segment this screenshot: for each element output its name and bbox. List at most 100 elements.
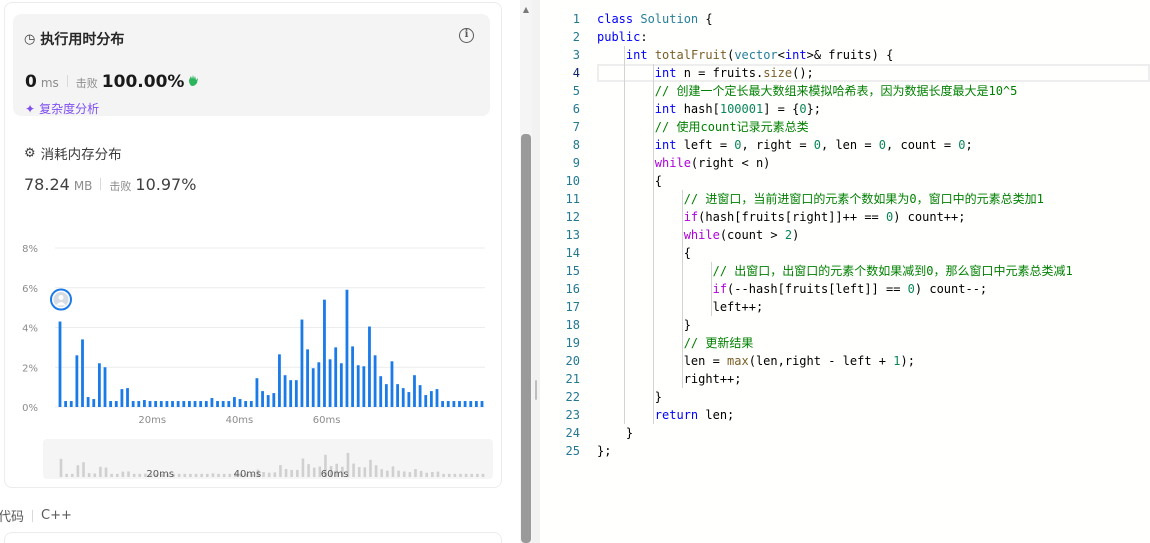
code-text[interactable]: // 创建一个定长最大数组来模拟哈希表，因为数据长度最大是10^5 — [597, 82, 1018, 100]
code-line[interactable]: 21 right++; — [540, 370, 1150, 388]
chart-bar[interactable] — [429, 391, 433, 407]
code-line[interactable]: 6 int hash[100001] = {0}; — [540, 100, 1150, 118]
code-text[interactable]: } — [597, 388, 662, 406]
code-line[interactable]: 23 return len; — [540, 406, 1150, 424]
code-line[interactable]: 10 { — [540, 172, 1150, 190]
code-text[interactable]: if(--hash[fruits[left]] == 0) count--; — [597, 280, 988, 298]
chart-bar[interactable] — [204, 401, 208, 407]
chart-bar[interactable] — [424, 395, 428, 407]
chart-bar[interactable] — [368, 326, 371, 407]
chart-bar[interactable] — [317, 362, 321, 407]
chart-bar[interactable] — [171, 401, 174, 407]
code-text[interactable]: left++; — [597, 298, 764, 316]
chart-bar[interactable] — [384, 384, 388, 407]
chart-bar[interactable] — [58, 321, 62, 407]
code-text[interactable]: { — [597, 244, 691, 262]
code-text[interactable]: int n = fruits.size(); — [597, 64, 814, 82]
panel-resize-divider[interactable] — [532, 0, 540, 543]
info-icon[interactable]: i — [459, 28, 474, 43]
chart-bar[interactable] — [176, 401, 180, 407]
code-editor[interactable]: 1 class Solution {2 public: 3 int totalFrui… — [540, 0, 1150, 543]
code-text[interactable]: // 更新结果 — [597, 334, 754, 352]
chart-bar[interactable] — [221, 401, 225, 407]
current-submission-marker[interactable] — [50, 288, 72, 311]
code-text[interactable]: while(count > 2) — [597, 226, 800, 244]
complexity-analysis-link[interactable]: ✦ 复杂度分析 — [25, 100, 99, 117]
chart-bar[interactable] — [435, 389, 439, 407]
code-text[interactable]: if(hash[fruits[right]]++ == 0) count++; — [597, 208, 966, 226]
chart-bar[interactable] — [233, 397, 236, 407]
chart-bar[interactable] — [401, 388, 405, 407]
chart-bar[interactable] — [283, 375, 287, 407]
chart-bar[interactable] — [300, 319, 304, 407]
chart-bar[interactable] — [311, 368, 315, 407]
chart-bar[interactable] — [351, 346, 354, 407]
code-line[interactable]: 22 } — [540, 388, 1150, 406]
chart-bar[interactable] — [390, 361, 394, 407]
code-text[interactable]: int left = 0, right = 0, len = 0, count … — [597, 136, 973, 154]
chart-bar[interactable] — [463, 401, 467, 407]
chart-bar[interactable] — [244, 401, 248, 407]
chart-bar[interactable] — [334, 347, 338, 407]
chart-range-slider[interactable]: 20ms 40ms 60ms — [43, 439, 493, 479]
chart-bar[interactable] — [261, 391, 264, 407]
chart-bar[interactable] — [131, 401, 135, 407]
code-text[interactable]: // 出窗口，出窗口的元素个数如果减到0，那么窗口中元素总类减1 — [597, 262, 1073, 280]
chart-bar[interactable] — [159, 401, 163, 407]
code-text[interactable]: len = max(len,right - left + 1); — [597, 352, 915, 370]
code-line[interactable]: 11 // 进窗口，当前进窗口的元素个数如果为0，窗口中的元素总类加1 — [540, 190, 1150, 208]
chart-bar[interactable] — [114, 401, 118, 407]
chart-bar[interactable] — [210, 398, 214, 407]
code-line[interactable]: 2 public: — [540, 28, 1150, 46]
chart-bar[interactable] — [474, 401, 478, 407]
code-text[interactable]: class Solution { — [597, 10, 713, 28]
chart-bar[interactable] — [396, 384, 399, 407]
code-line[interactable]: 14 { — [540, 244, 1150, 262]
code-text[interactable]: // 使用count记录元素总类 — [597, 118, 809, 136]
code-text[interactable]: right++; — [597, 370, 742, 388]
code-text[interactable]: return len; — [597, 406, 734, 424]
chart-bar[interactable] — [199, 401, 203, 407]
chart-bar[interactable] — [154, 401, 158, 407]
chart-bar[interactable] — [458, 401, 461, 407]
chart-bar[interactable] — [165, 401, 169, 407]
code-text[interactable]: { — [597, 172, 662, 190]
chart-bar[interactable] — [120, 389, 124, 407]
code-line[interactable]: 15 // 出窗口，出窗口的元素个数如果减到0，那么窗口中元素总类减1 — [540, 262, 1150, 280]
code-line[interactable]: 1 class Solution { — [540, 10, 1150, 28]
chart-bar[interactable] — [255, 378, 259, 407]
chart-bar[interactable] — [339, 363, 343, 407]
scroll-up-arrow-icon[interactable]: ▲ — [521, 6, 531, 14]
code-line[interactable]: 8 int left = 0, right = 0, len = 0, coun… — [540, 136, 1150, 154]
chart-bar[interactable] — [86, 397, 90, 407]
chart-bar[interactable] — [362, 366, 366, 407]
chart-bar[interactable] — [328, 359, 332, 407]
chart-bar[interactable] — [64, 401, 68, 407]
chart-bar[interactable] — [441, 401, 445, 407]
code-line[interactable]: 4 int n = fruits.size(); — [540, 64, 1150, 82]
chart-bar[interactable] — [92, 399, 96, 407]
chart-bar[interactable] — [97, 363, 101, 407]
chart-bar[interactable] — [81, 339, 84, 407]
chart-bar[interactable] — [103, 367, 107, 407]
code-line[interactable]: 24 } — [540, 424, 1150, 442]
code-line[interactable]: 25}; — [540, 442, 1150, 460]
chart-bar[interactable] — [480, 401, 484, 407]
chart-bar[interactable] — [407, 392, 411, 407]
code-line[interactable]: 12 if(hash[fruits[right]]++ == 0) count+… — [540, 208, 1150, 226]
chart-bar[interactable] — [126, 388, 129, 407]
chart-bar[interactable] — [238, 399, 242, 407]
code-text[interactable]: }; — [597, 442, 611, 460]
runtime-distribution-chart[interactable]: 8% 6% 4% 2% 0% 20ms 40ms 60ms — [5, 233, 505, 433]
code-text[interactable]: } — [597, 316, 691, 334]
chart-bar[interactable] — [182, 401, 186, 407]
chart-bar[interactable] — [148, 401, 152, 407]
chart-bar[interactable] — [452, 401, 456, 407]
chart-bar[interactable] — [188, 401, 191, 407]
chart-bar[interactable] — [69, 401, 73, 407]
code-line[interactable]: 20 len = max(len,right - left + 1); — [540, 352, 1150, 370]
code-line[interactable]: 13 while(count > 2) — [540, 226, 1150, 244]
chart-bar[interactable] — [109, 401, 113, 407]
code-line[interactable]: 16 if(--hash[fruits[left]] == 0) count--… — [540, 280, 1150, 298]
code-line[interactable]: 9 while(right < n) — [540, 154, 1150, 172]
